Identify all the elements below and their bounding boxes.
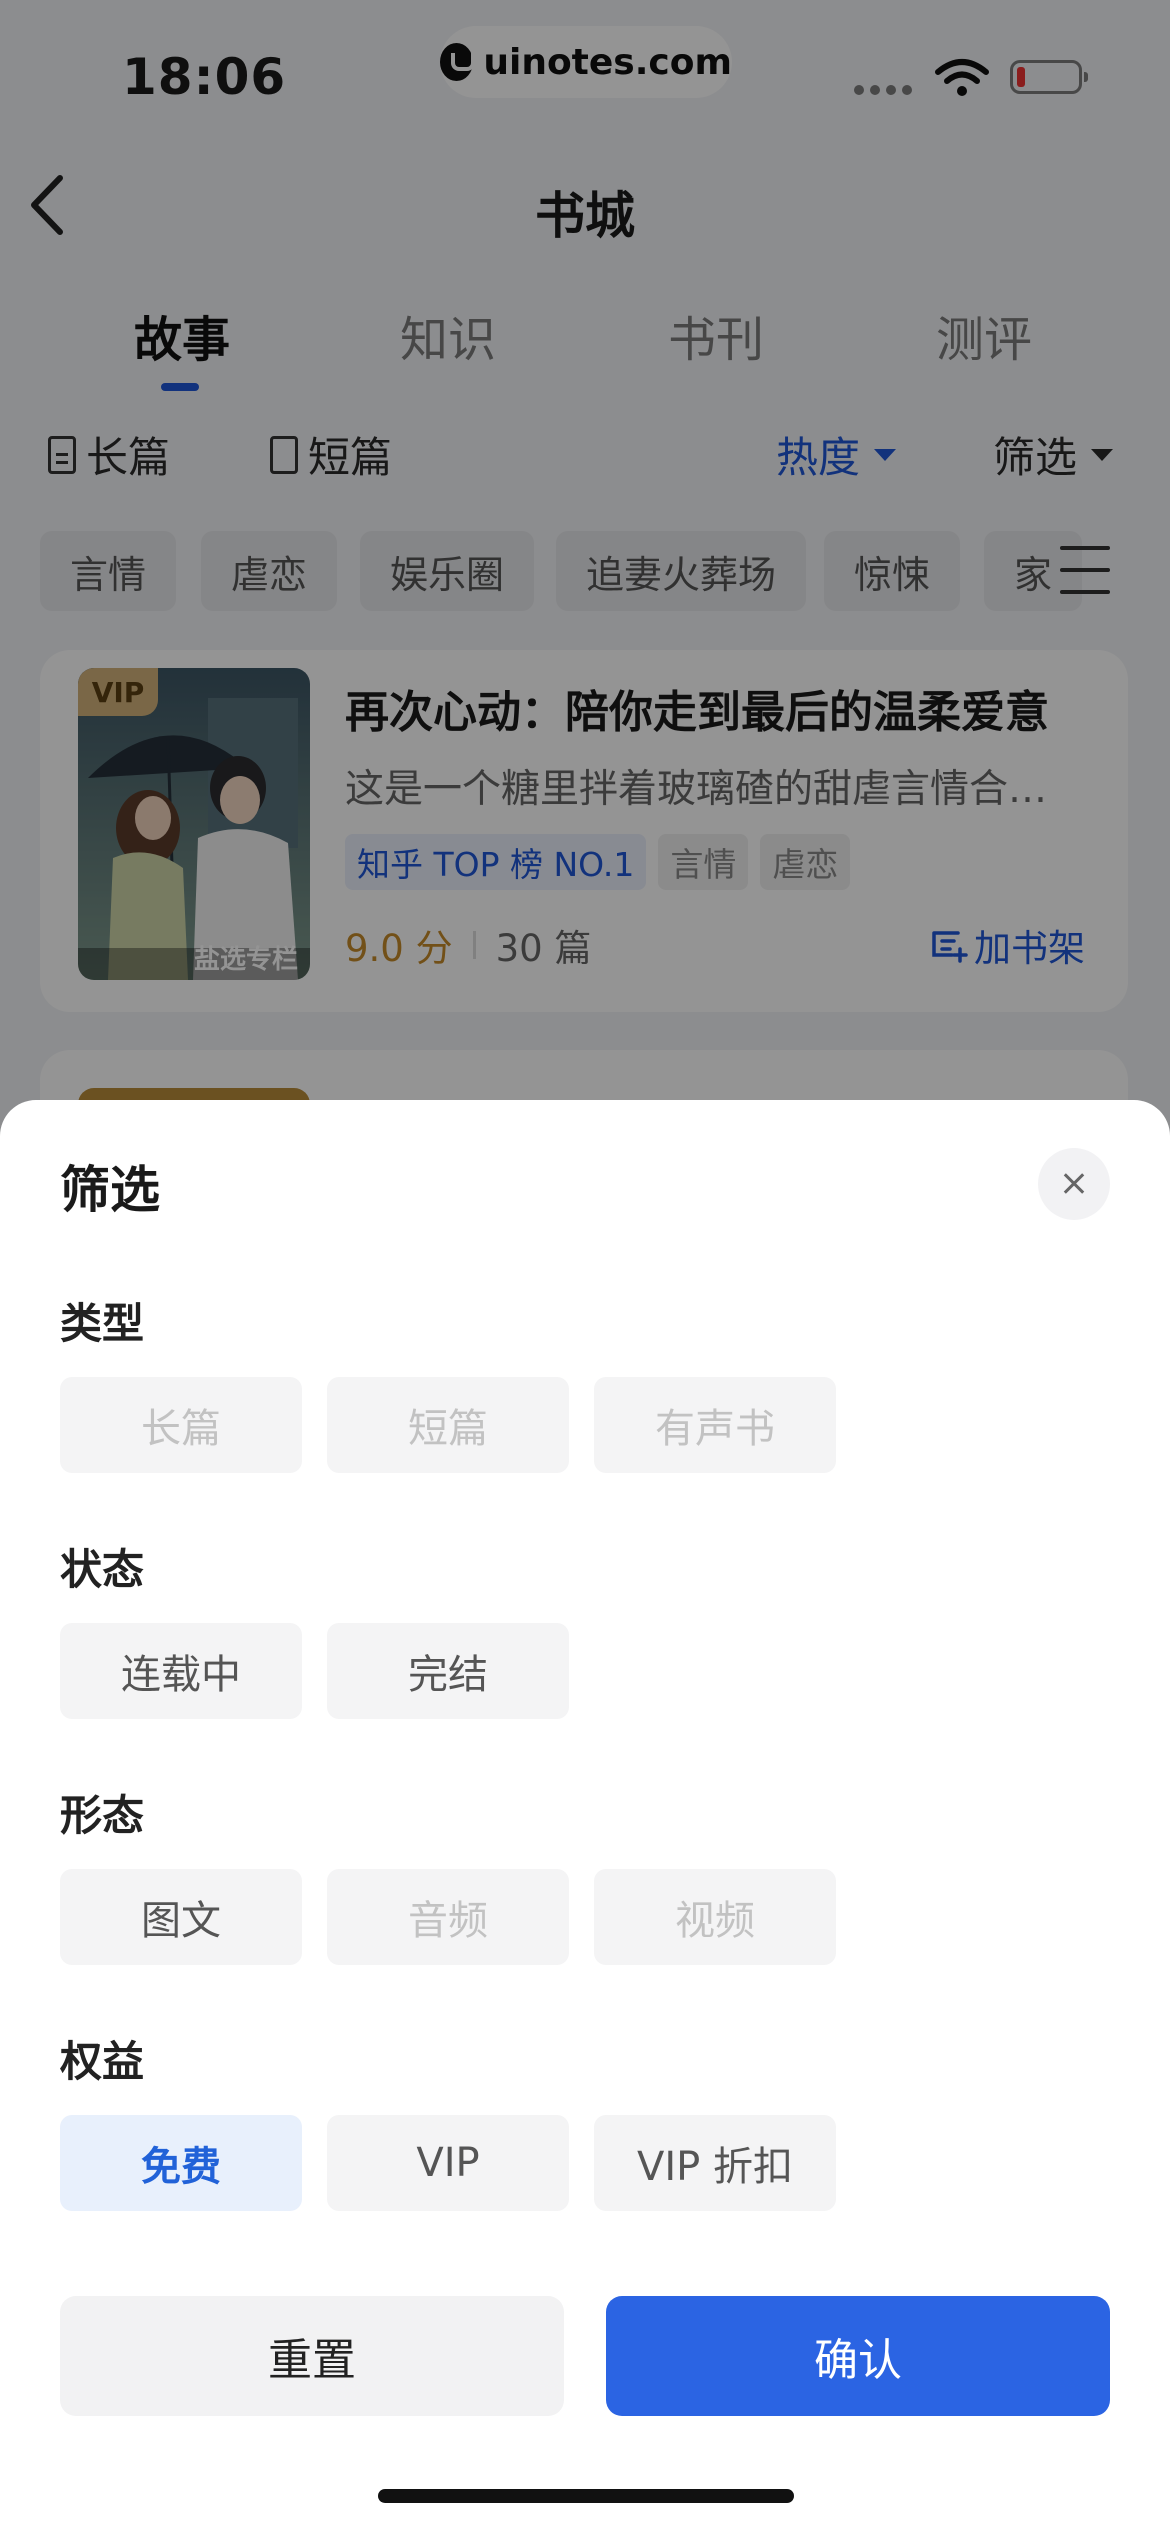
confirm-button[interactable]: 确认 (606, 2296, 1110, 2416)
option-audiobook[interactable]: 有声书 (594, 1377, 836, 1473)
option-vip[interactable]: VIP (327, 2115, 569, 2211)
option-free[interactable]: 免费 (60, 2115, 302, 2211)
option-short[interactable]: 短篇 (327, 1377, 569, 1473)
section-label-benefit: 权益 (60, 2037, 145, 2086)
option-serializing[interactable]: 连载中 (60, 1623, 302, 1719)
section-label-status: 状态 (60, 1545, 145, 1594)
section-label-format: 形态 (60, 1791, 145, 1840)
option-audio[interactable]: 音频 (327, 1869, 569, 1965)
option-long[interactable]: 长篇 (60, 1377, 302, 1473)
close-icon[interactable] (1038, 1148, 1110, 1220)
reset-button[interactable]: 重置 (60, 2296, 564, 2416)
section-label-type: 类型 (60, 1299, 145, 1348)
sheet-title: 筛选 (60, 1161, 160, 1219)
home-indicator[interactable] (378, 2489, 794, 2503)
option-vip-discount[interactable]: VIP 折扣 (594, 2115, 836, 2211)
option-completed[interactable]: 完结 (327, 1623, 569, 1719)
option-text-image[interactable]: 图文 (60, 1869, 302, 1965)
option-video[interactable]: 视频 (594, 1869, 836, 1965)
